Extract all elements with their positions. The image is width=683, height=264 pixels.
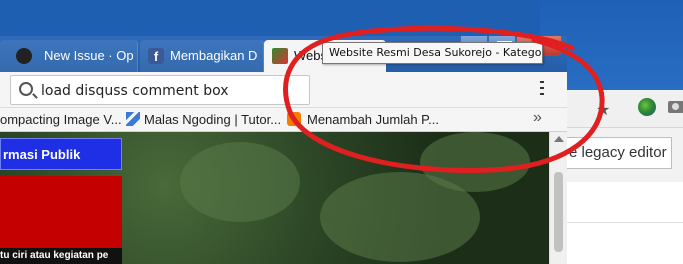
background-content <box>560 182 683 264</box>
sidebar-block <box>0 176 122 248</box>
url-input[interactable] <box>41 81 301 101</box>
github-icon <box>16 48 32 64</box>
globe-icon[interactable] <box>638 98 656 116</box>
tab-label: New Issue · Op <box>44 48 134 63</box>
bookmark-label: Malas Ngoding | Tutor... <box>144 112 282 127</box>
search-icon <box>19 82 33 96</box>
camera-icon[interactable] <box>668 101 683 113</box>
address-bar[interactable] <box>10 75 310 105</box>
tab-label: Membagikan D <box>170 48 258 63</box>
bookmarks-overflow-icon[interactable]: » <box>533 109 542 127</box>
blogger-icon <box>287 112 301 126</box>
menu-icon[interactable] <box>540 81 544 97</box>
scroll-up-icon[interactable] <box>554 136 564 142</box>
sidebar-heading: rmasi Publik <box>0 138 122 170</box>
foliage <box>180 142 300 222</box>
facebook-icon: f <box>148 48 164 64</box>
tab-membagikan[interactable]: f Membagikan D <box>140 40 264 72</box>
bookmark-malas-ngoding[interactable]: Malas Ngoding | Tutor... <box>126 111 281 129</box>
wordpress-icon <box>126 112 140 126</box>
sidebar-caption: tu ciri atau kegiatan pe <box>0 248 122 264</box>
tab-new-issue[interactable]: New Issue · Op <box>0 40 138 72</box>
site-favicon-icon <box>272 48 288 64</box>
vertical-scrollbar[interactable] <box>549 132 567 264</box>
divider <box>560 222 683 223</box>
bookmark-star-icon[interactable]: ★ <box>596 100 610 119</box>
scrollbar-thumb[interactable] <box>554 172 563 252</box>
bookmark-label: Menambah Jumlah P... <box>307 112 439 127</box>
tab-tooltip: Website Resmi Desa Sukorejo - Kategori <box>322 42 543 64</box>
bookmark-menambah-jumlah[interactable]: Menambah Jumlah P... <box>287 111 439 129</box>
legacy-editor-button[interactable]: e legacy editor <box>562 137 672 169</box>
background-toolbar: ★ <box>560 90 683 128</box>
foliage <box>420 132 530 192</box>
bookmark-compacting-image[interactable]: ompacting Image V... <box>0 111 122 129</box>
navigation-bar <box>0 72 567 108</box>
firefox-window: New Issue · Op f Membagikan D Website Re… <box>0 36 567 264</box>
bookmarks-toolbar: ompacting Image V... Malas Ngoding | Tut… <box>0 108 567 132</box>
